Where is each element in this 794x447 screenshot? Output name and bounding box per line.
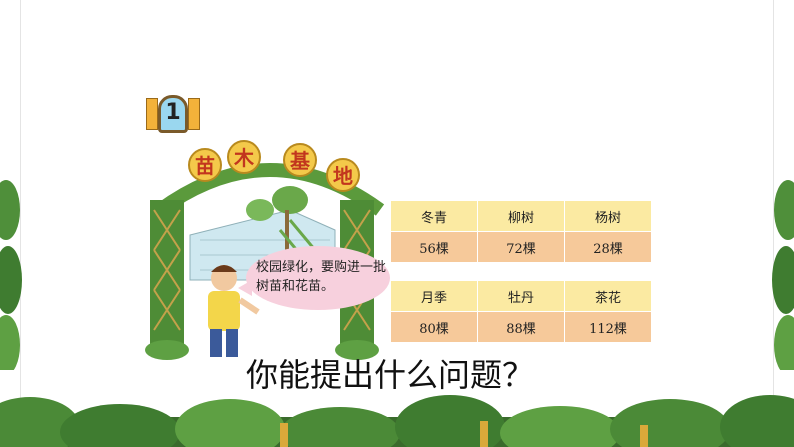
sign-char-1: 苗 [188,148,222,182]
speech-bubble-tail [238,280,252,296]
problem-number-badge: 1 [158,95,188,133]
table-cell: 茶花 [564,280,652,312]
problem-number: 1 [165,100,181,125]
table-cell: 牡丹 [477,280,565,312]
left-foliage-decoration [0,180,22,370]
table-cell: 80棵 [390,311,478,343]
speech-text: 校园绿化，要购进一批树苗和花苗。 [256,260,387,294]
sign-char-3: 基 [283,143,317,177]
table-cell: 28棵 [564,231,652,263]
right-foliage-decoration [772,180,794,370]
badge-right-shutter [188,98,200,130]
trees-value-row: 56棵 72棵 28棵 [390,231,652,263]
sign-char-2: 木 [227,140,261,174]
slide: 1 苗 木 基 地 校园绿化，要购进一批树苗和花苗。 冬青 柳树 杨树 56棵 … [0,0,794,447]
table-cell: 72棵 [477,231,565,263]
table-cell: 56棵 [390,231,478,263]
table-cell: 冬青 [390,200,478,232]
flowers-table: 月季 牡丹 茶花 80棵 88棵 112棵 [390,280,652,343]
table-cell: 月季 [390,280,478,312]
table-cell: 杨树 [564,200,652,232]
sign-char-4: 地 [326,158,360,192]
trees-table: 冬青 柳树 杨树 56棵 72棵 28棵 [390,200,652,263]
table-cell: 112棵 [564,311,652,343]
flowers-value-row: 80棵 88棵 112棵 [390,311,652,343]
flowers-header-row: 月季 牡丹 茶花 [390,280,652,312]
badge-left-shutter [146,98,158,130]
table-cell: 88棵 [477,311,565,343]
question-text: 你能提出什么问题？ [246,356,535,394]
trees-header-row: 冬青 柳树 杨树 [390,200,652,232]
table-cell: 柳树 [477,200,565,232]
nursery-gate-illustration [145,163,385,360]
